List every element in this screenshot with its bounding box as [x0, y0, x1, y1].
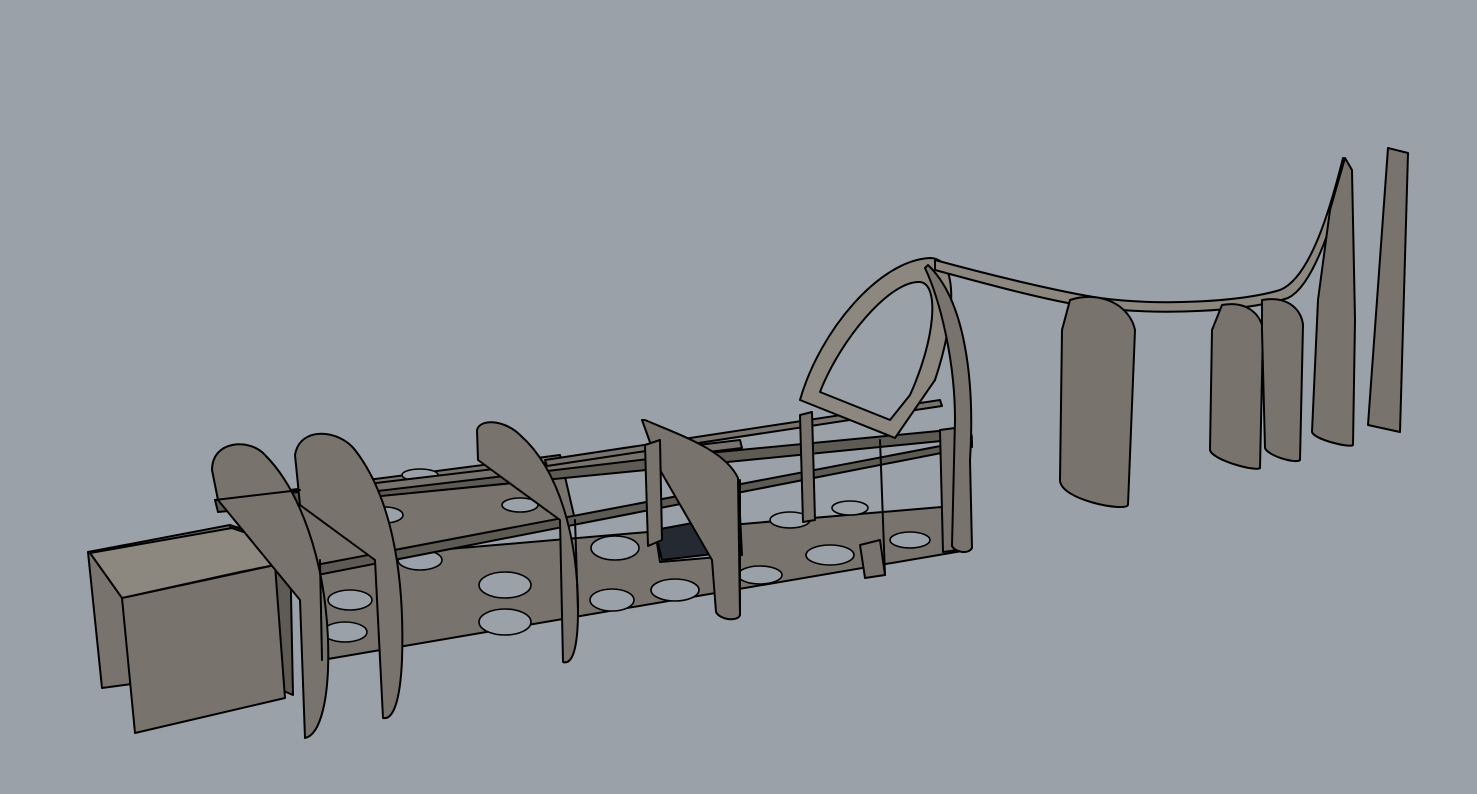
fuselage-model[interactable] [0, 0, 1477, 794]
lightening-hole [650, 578, 700, 602]
tail-former-1[interactable] [1059, 295, 1136, 509]
lightening-hole [322, 621, 368, 643]
lightening-hole [478, 571, 532, 599]
lightening-hole [831, 500, 869, 516]
lightening-hole [478, 608, 532, 636]
lightening-hole [737, 565, 783, 585]
lightening-hole [589, 588, 635, 612]
tail-former-3[interactable] [1261, 298, 1304, 462]
lightening-hole [889, 531, 931, 549]
tail-former-2[interactable] [1209, 303, 1264, 470]
lightening-hole [590, 535, 640, 561]
lightening-hole [805, 544, 855, 566]
3d-viewport[interactable] [0, 0, 1477, 794]
lightening-hole [327, 589, 373, 611]
